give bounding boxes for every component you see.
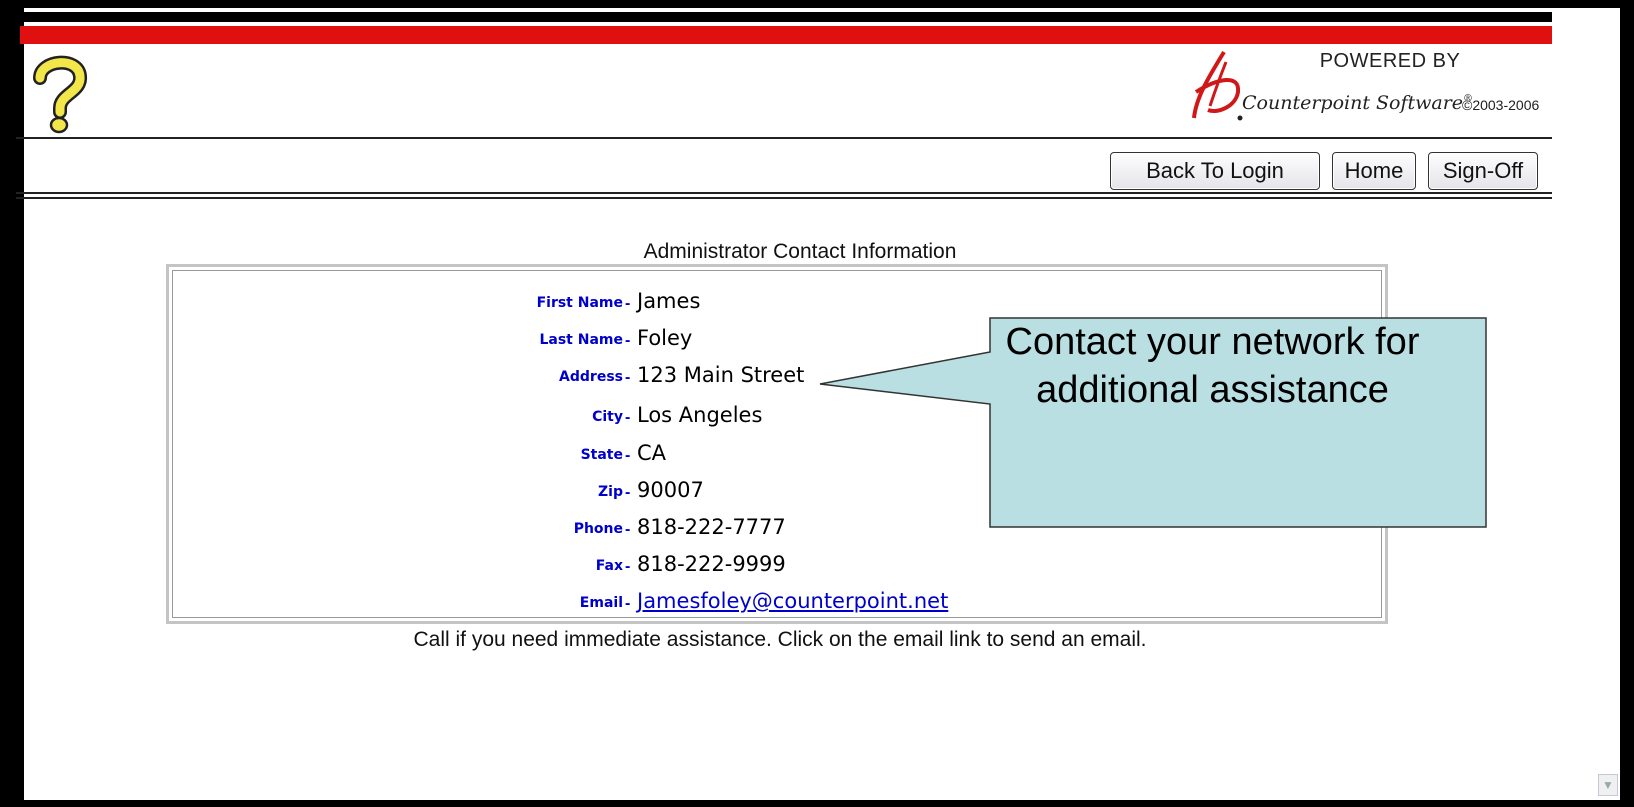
field-row-first-name: First Name - James	[173, 285, 873, 319]
field-separator: -	[625, 595, 631, 612]
field-row-phone: Phone - 818-222-7777	[173, 511, 873, 545]
field-label: Address	[559, 369, 623, 385]
header-black-bar	[20, 12, 1552, 22]
field-label: Fax	[595, 558, 623, 574]
field-label: State	[580, 447, 623, 463]
powered-by-label: POWERED BY	[1319, 50, 1461, 72]
question-mark-icon[interactable]	[30, 52, 88, 136]
field-separator: -	[625, 409, 631, 426]
field-row-city: City - Los Angeles	[173, 399, 873, 433]
field-row-state: State - CA	[173, 437, 873, 471]
back-to-login-button[interactable]: Back To Login	[1110, 152, 1320, 190]
nav-divider-top	[16, 192, 1552, 194]
scroll-down-arrow-icon[interactable]: ▼	[1598, 774, 1618, 796]
field-value: 818-222-9999	[637, 552, 786, 576]
callout-text: Contact your network for additional assi…	[1005, 321, 1420, 411]
home-button[interactable]: Home	[1332, 152, 1416, 190]
field-value: CA	[637, 441, 667, 465]
field-separator: -	[625, 332, 631, 349]
field-separator: -	[625, 521, 631, 538]
field-row-zip: Zip - 90007	[173, 474, 873, 508]
header-divider	[16, 137, 1552, 139]
field-value: Los Angeles	[637, 403, 763, 427]
field-separator: -	[625, 295, 631, 312]
vertical-scrollbar[interactable]	[1596, 150, 1618, 800]
field-row-email: Email - Jamesfoley@counterpoint.net	[173, 585, 949, 619]
counterpoint-wordmark: Counterpoint Software®	[1242, 92, 1473, 114]
nav-divider-bottom	[16, 197, 1552, 199]
field-label: Zip	[598, 484, 623, 500]
field-separator: -	[625, 369, 631, 386]
copyright-text: ©2003-2006	[1462, 97, 1540, 113]
field-label: First Name	[536, 295, 623, 311]
field-row-fax: Fax - 818-222-9999	[173, 548, 873, 582]
field-separator: -	[625, 558, 631, 575]
field-value: 90007	[637, 478, 704, 502]
field-value: James	[637, 289, 701, 313]
field-row-last-name: Last Name - Foley	[173, 322, 873, 356]
assistance-note: Call if you need immediate assistance. C…	[413, 628, 1147, 651]
field-value: 818-222-7777	[637, 515, 786, 539]
contact-title: Administrator Contact Information	[643, 240, 957, 263]
field-separator: -	[625, 447, 631, 464]
field-row-address: Address - 123 Main Street	[173, 359, 873, 393]
email-link[interactable]: Jamesfoley@counterpoint.net	[637, 589, 948, 613]
field-separator: -	[625, 484, 631, 501]
field-label: City	[592, 409, 623, 425]
field-label: Phone	[573, 521, 623, 537]
brand-name: Counterpoint Software	[1242, 92, 1464, 114]
counterpoint-logo-icon	[1188, 48, 1248, 124]
field-label: Email	[579, 595, 623, 611]
sign-off-button[interactable]: Sign-Off	[1428, 152, 1538, 190]
field-value: 123 Main Street	[637, 363, 805, 387]
field-value: Foley	[637, 326, 693, 350]
header-red-bar	[20, 26, 1552, 44]
field-label: Last Name	[539, 332, 623, 348]
